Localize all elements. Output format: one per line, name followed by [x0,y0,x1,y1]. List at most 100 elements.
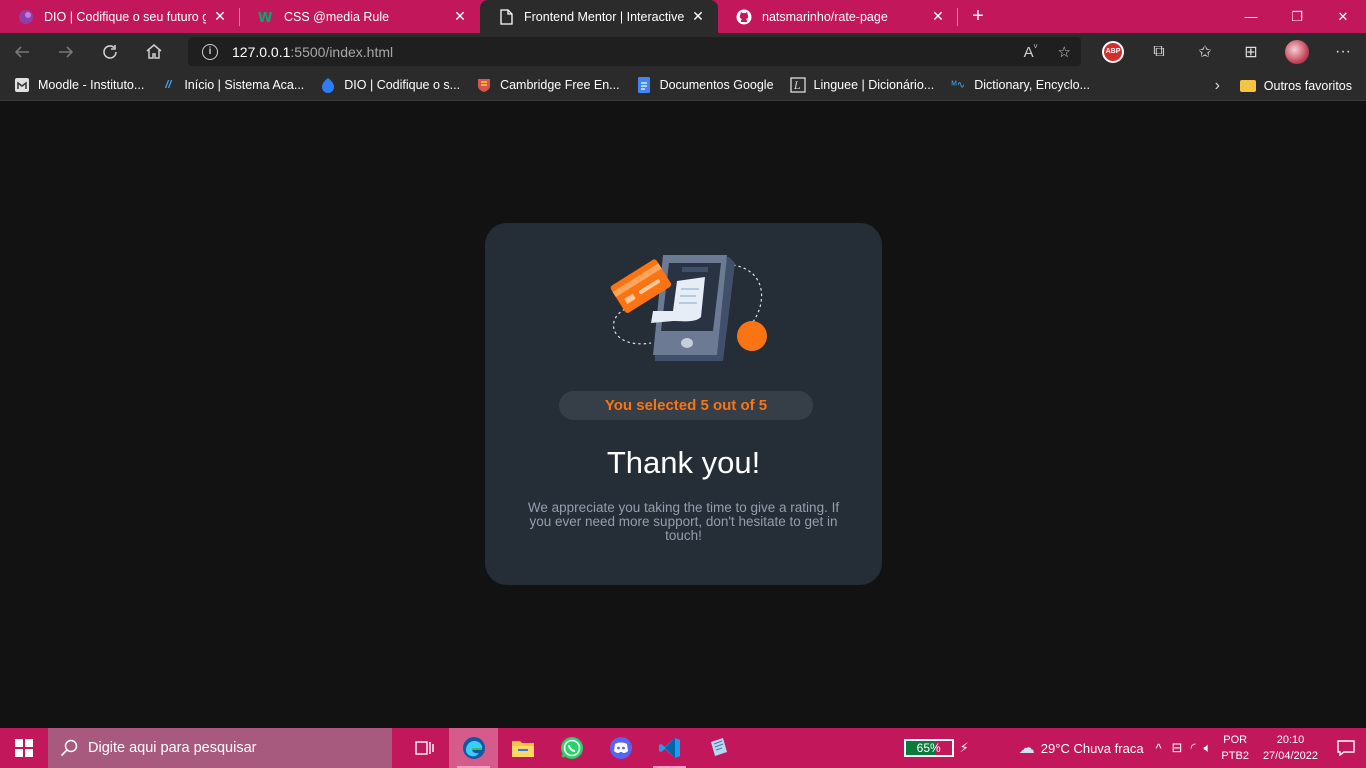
close-icon[interactable]: ✕ [690,8,706,25]
notifications-button[interactable] [1326,728,1366,768]
tab-title: Frontend Mentor | Interactive rating com… [524,9,684,24]
payment-illustration [610,255,767,361]
close-window-icon[interactable]: ✕ [1320,0,1366,33]
task-view-icon [414,741,434,755]
notes-app-icon [710,738,727,756]
taskbar-file-explorer[interactable] [498,728,547,768]
linguee-icon: L [789,77,806,93]
weather-text[interactable]: 29°C Chuva fraca [1041,741,1144,756]
whatsapp-icon [560,737,583,759]
google-docs-icon [636,77,652,93]
system-tray: 65% ⚡ ☁ 29°C Chuva fraca ^ ⊟ ◜ 🔈︎ POR PT… [903,728,1366,768]
bookmark-linguee[interactable]: L Linguee | Dicionário... [789,77,934,93]
bookmark-dio[interactable]: DIO | Codifique o s... [320,77,460,93]
windows-logo-icon [15,739,33,757]
tab-title: CSS @media Rule [284,9,390,24]
taskbar-discord[interactable] [596,728,645,768]
page-icon [498,8,514,25]
wifi-icon[interactable]: ◜ [1191,740,1196,756]
page-viewport: You selected 5 out of 5 Thank you! We ap… [0,102,1366,728]
puzzle-icon: ⧉ [1153,42,1165,60]
windows-taskbar: Digite aqui para pesquisar 65% ⚡ ☁ 29°C … [0,728,1366,768]
forward-arrow-icon [59,45,74,58]
more-bookmarks-chevron-icon[interactable]: › [1215,70,1220,101]
collections-button[interactable]: ⊞ [1228,33,1274,70]
home-button[interactable] [132,33,176,70]
collections-icon: ⊞ [1244,43,1258,61]
back-button[interactable] [0,33,44,70]
cambridge-icon [476,77,492,93]
bookmark-cambridge[interactable]: Cambridge Free En... [476,77,620,93]
moodle-icon [14,77,30,93]
language-indicator[interactable]: POR PTB2 [1221,732,1249,764]
bookmark-google-docs[interactable]: Documentos Google [636,77,774,93]
bookmark-dictionary[interactable]: ᴹ∿ Dictionary, Encyclo... [950,77,1090,93]
selected-rating-badge: You selected 5 out of 5 [559,391,813,420]
taskbar-search-input[interactable]: Digite aqui para pesquisar [48,728,392,768]
search-icon [60,739,78,757]
dictionary-icon: ᴹ∿ [951,79,965,91]
profile-button[interactable] [1274,33,1320,70]
taskbar-notes-app[interactable] [694,728,743,768]
slashes-icon: // [165,79,172,91]
add-favorite-icon[interactable]: ☆ [1058,43,1071,61]
tab-frontend-mentor[interactable]: Frontend Mentor | Interactive rating com… [480,0,718,33]
refresh-icon [103,44,117,59]
w3schools-icon: W [258,9,274,25]
tab-dio[interactable]: DIO | Codifique o seu futuro global ✕ [0,0,240,33]
taskbar-vscode[interactable] [645,728,694,768]
address-bar[interactable]: i 127.0.0.1 :5500/index.html Aⱽ ☆ [188,37,1081,66]
dio-icon [18,9,34,25]
window-controls: — ❐ ✕ [1228,0,1366,33]
favorites-button[interactable]: ✩ [1182,33,1228,70]
read-aloud-icon[interactable]: Aⱽ [1024,43,1038,61]
bookmark-sistema-academico[interactable]: // Início | Sistema Aca... [160,77,304,93]
minimize-icon[interactable]: — [1228,0,1274,33]
tab-strip: DIO | Codifique o seu futuro global ✕ W … [0,0,1366,33]
edge-icon [462,737,485,759]
home-icon [146,43,162,59]
avatar [1285,39,1309,64]
github-icon [736,9,752,25]
battery-indicator[interactable]: 65% [903,739,954,757]
dio-icon [320,77,336,93]
abp-icon: ABP [1102,40,1124,63]
refresh-button[interactable] [88,33,132,70]
back-arrow-icon [14,45,29,58]
restore-icon[interactable]: ❐ [1274,0,1320,33]
bookmark-moodle[interactable]: Moodle - Instituto... [14,77,144,93]
extensions-button[interactable]: ⧉ [1136,33,1182,70]
start-button[interactable] [0,728,48,768]
close-icon[interactable]: ✕ [452,8,468,25]
taskbar-whatsapp[interactable] [547,728,596,768]
other-favorites-folder[interactable]: Outros favoritos [1239,70,1352,101]
notification-icon [1337,740,1355,756]
new-tab-button[interactable]: + [960,0,996,33]
weather-cloud-icon[interactable]: ☁ [1019,738,1035,758]
system-clock[interactable]: 20:10 27/04/2022 [1263,732,1318,764]
discord-icon [609,737,632,759]
svg-text:W: W [258,11,272,25]
favorites-star-icon: ✩ [1198,43,1212,61]
network-icon[interactable]: ⊟ [1172,740,1183,756]
url-path: :5500/index.html [290,43,394,60]
tray-overflow-chevron-icon[interactable]: ^ [1156,741,1162,756]
close-icon[interactable]: ✕ [930,8,946,25]
folder-icon [1239,79,1256,92]
volume-icon[interactable]: 🔈︎ [1204,740,1212,756]
thank-you-card: You selected 5 out of 5 Thank you! We ap… [485,223,882,585]
url-host: 127.0.0.1 [232,43,291,60]
adblock-plus-button[interactable]: ABP [1090,33,1136,70]
tab-css-media[interactable]: W CSS @media Rule ✕ [240,0,480,33]
more-dots-icon: ··· [1335,42,1351,60]
site-info-icon[interactable]: i [202,43,218,60]
forward-button[interactable] [44,33,88,70]
tab-title: DIO | Codifique o seu futuro global [44,9,206,24]
task-view-button[interactable] [400,728,449,768]
tab-github[interactable]: natsmarinho/rate-page ✕ [718,0,958,33]
thank-you-message: We appreciate you taking the time to giv… [527,500,840,543]
close-icon[interactable]: ✕ [212,8,228,25]
settings-menu-button[interactable]: ··· [1320,33,1366,70]
thank-you-title: Thank you! [606,445,761,480]
taskbar-edge[interactable] [449,728,498,768]
